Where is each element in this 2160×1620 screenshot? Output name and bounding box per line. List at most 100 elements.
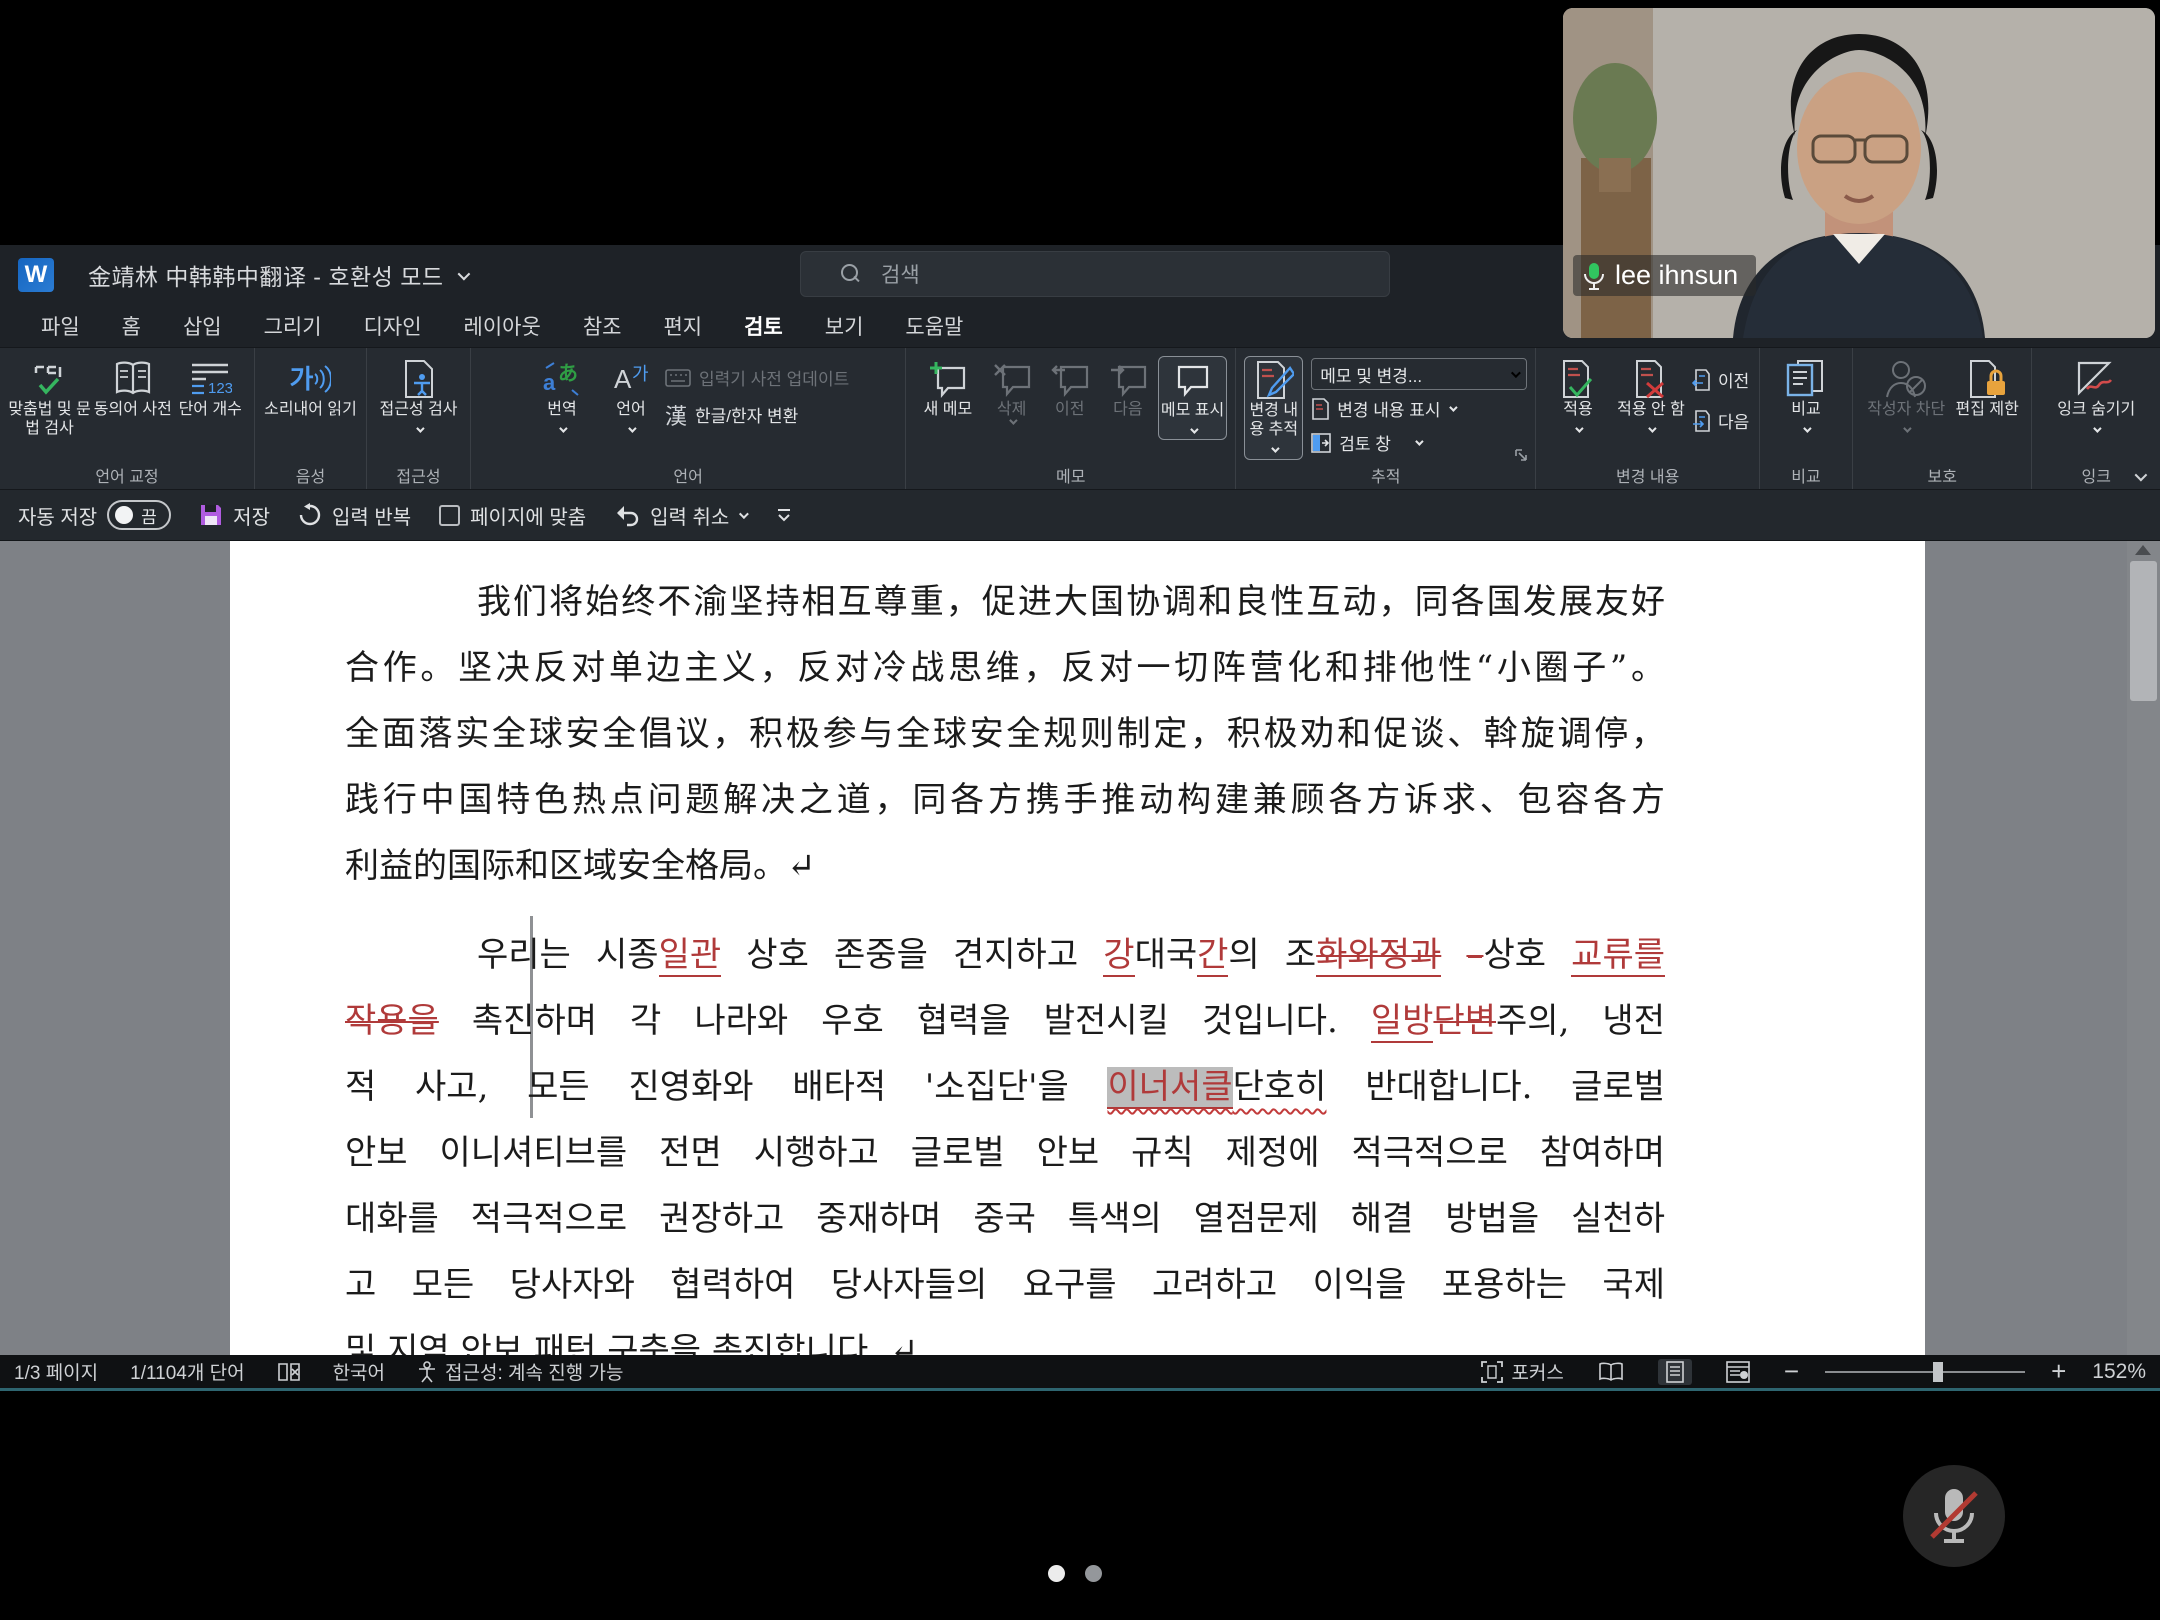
- tracked-change-run: –: [1466, 935, 1483, 975]
- page-indicator[interactable]: 1/3 페이지: [14, 1358, 98, 1385]
- group-label-speech: 음성: [263, 463, 358, 487]
- dialog-launcher-icon[interactable]: [1513, 447, 1529, 463]
- tab-design[interactable]: 디자인: [343, 305, 443, 347]
- vertical-scrollbar[interactable]: [2127, 541, 2160, 1355]
- translate-button[interactable]: aあ 번역: [527, 356, 597, 438]
- tab-home[interactable]: 홈: [101, 305, 162, 347]
- word-count-indicator[interactable]: 1/1104개 단어: [130, 1358, 244, 1385]
- show-markup-button[interactable]: 변경 내용 표시: [1311, 393, 1527, 424]
- zoom-slider-thumb[interactable]: [1933, 1362, 1943, 1382]
- spelling-grammar-button[interactable]: 맞춤법 및 문법 검사: [8, 356, 91, 438]
- save-button[interactable]: 저장: [199, 501, 270, 530]
- document-line: 우리는 시종일관 상호 존중을 견지하고 강대국간의 조화와정과 –상호 교류를: [345, 922, 1665, 988]
- reviewing-pane-icon: [1311, 433, 1331, 453]
- scroll-up-icon[interactable]: [2135, 545, 2151, 555]
- previous-change-button[interactable]: 이전: [1692, 364, 1749, 395]
- block-authors-icon: [1885, 358, 1927, 400]
- document-line: 利益的国际和区域安全格局。↵: [345, 833, 1665, 899]
- autosave-state: 끔: [141, 503, 157, 528]
- word-count-icon: 123: [188, 358, 232, 400]
- group-label-compare: 비교: [1768, 463, 1844, 487]
- tab-view[interactable]: 보기: [804, 305, 885, 347]
- chevron-down-icon: [1575, 424, 1583, 432]
- quick-access-toolbar: 자동 저장 끔 저장 입력 반복 페이지에 맞춤 입력 취소: [0, 490, 2160, 541]
- tab-references[interactable]: 참조: [562, 305, 643, 347]
- chevron-down-icon: [1803, 424, 1811, 432]
- chevron-down-icon: [559, 424, 567, 432]
- accept-button[interactable]: 적용: [1546, 356, 1610, 438]
- hangul-hanja-convert-button[interactable]: 漢 한글/한자 변환: [665, 399, 849, 430]
- scrollbar-thumb[interactable]: [2130, 561, 2157, 701]
- reject-button[interactable]: 적용 안 함: [1612, 356, 1690, 438]
- zoom-out-button[interactable]: −: [1784, 1356, 1799, 1387]
- tab-draw[interactable]: 그리기: [243, 305, 343, 347]
- repeat-button[interactable]: 입력 반복: [298, 501, 411, 530]
- focus-mode-button[interactable]: 포커스: [1481, 1358, 1563, 1385]
- spellcheck-icon: [30, 358, 70, 400]
- document-line: 작용을 촉진하며 각 나라와 우호 협력을 발전시킬 것입니다. 일방단변주의,…: [345, 988, 1665, 1054]
- chevron-down-icon: [1190, 425, 1198, 433]
- quickbar-overflow-button[interactable]: [774, 507, 794, 523]
- language-button[interactable]: A가 언어: [599, 356, 663, 438]
- spelling-grammar-label: 맞춤법 및 문법 검사: [8, 400, 91, 438]
- hide-ink-button[interactable]: 잉크 숨기기: [2053, 356, 2139, 438]
- read-mode-button[interactable]: [1590, 1360, 1632, 1384]
- reviewing-pane-button[interactable]: 검토 창: [1311, 427, 1527, 458]
- group-label-tracking: 추적: [1244, 463, 1527, 487]
- markup-state-dropdown[interactable]: 메모 및 변경...: [1311, 358, 1527, 390]
- show-comments-button[interactable]: 메모 표시: [1158, 356, 1227, 440]
- tab-file[interactable]: 파일: [20, 305, 101, 347]
- carousel-dot-2[interactable]: [1085, 1565, 1102, 1582]
- accessibility-status[interactable]: 접근성: 계속 진행 가능: [417, 1358, 623, 1385]
- word-count-button[interactable]: 123 단어 개수: [174, 356, 246, 419]
- language-indicator[interactable]: 한국어: [333, 1358, 385, 1385]
- fit-to-page-checkbox[interactable]: 페이지에 맞춤: [439, 501, 586, 530]
- autosave-toggle[interactable]: 자동 저장 끔: [18, 500, 171, 530]
- check-accessibility-button[interactable]: 접근성 검사: [375, 356, 462, 438]
- mute-microphone-button[interactable]: [1903, 1465, 2005, 1567]
- compare-button[interactable]: 비교: [1771, 356, 1841, 438]
- track-changes-button[interactable]: 변경 내용 추적: [1244, 356, 1303, 460]
- ribbon-group-tracking: 변경 내용 추적 메모 및 변경... 변경 내용 표시: [1236, 348, 1536, 489]
- svg-text:123: 123: [208, 380, 232, 397]
- paragraph-korean: 우리는 시종일관 상호 존중을 견지하고 강대국간의 조화와정과 –상호 교류를…: [345, 922, 1665, 1355]
- toggle-off-icon: 끔: [107, 500, 171, 530]
- previous-comment-icon: [1051, 358, 1089, 400]
- document-line: 全面落实全球安全倡议，积极参与全球安全规则制定，积极劝和促谈、斡旋调停，: [345, 701, 1665, 767]
- ribbon-group-speech: 가 소리내어 읽기 음성: [255, 348, 367, 489]
- tracked-change-run: 교류를: [1571, 935, 1665, 977]
- proofing-status-icon[interactable]: [277, 1361, 301, 1383]
- document-page[interactable]: 我们将始终不渝坚持相互尊重，促进大国协调和良性互动，同各国发展友好合作。坚决反对…: [230, 541, 1925, 1355]
- tab-mailings[interactable]: 편지: [642, 305, 723, 347]
- tab-insert[interactable]: 삽입: [162, 305, 243, 347]
- zoom-slider[interactable]: [1825, 1371, 2025, 1373]
- chevron-down-icon: [628, 424, 636, 432]
- chevron-down-icon: [1903, 424, 1911, 432]
- tab-review[interactable]: 검토: [723, 305, 804, 347]
- svg-text:a: a: [543, 370, 556, 395]
- undo-button[interactable]: 입력 취소: [614, 501, 746, 530]
- web-layout-button[interactable]: [1718, 1359, 1758, 1385]
- carousel-dot-1[interactable]: [1048, 1565, 1065, 1582]
- chevron-down-icon: [1449, 403, 1457, 411]
- thesaurus-button[interactable]: 동의어 사전: [93, 356, 172, 419]
- restrict-editing-button[interactable]: 편집 제한: [1952, 356, 2022, 419]
- block-authors-button: 작성자 차단: [1862, 356, 1950, 438]
- focus-mode-label: 포커스: [1511, 1358, 1563, 1385]
- text-run: 및 지역 안보 패턴 구축을 촉진합니다. ↵: [345, 1331, 918, 1355]
- ribbon-group-changes: 적용 적용 안 함 이전: [1536, 348, 1760, 489]
- next-change-button[interactable]: 다음: [1692, 405, 1749, 436]
- search-box[interactable]: 검색: [800, 251, 1390, 297]
- text-run: 상호 존중을 견지하고: [721, 935, 1103, 975]
- tab-layout[interactable]: 레이아웃: [443, 305, 562, 347]
- delete-comment-icon: [993, 358, 1031, 400]
- zoom-level[interactable]: 152%: [2092, 1360, 2146, 1384]
- print-layout-button[interactable]: [1658, 1359, 1692, 1385]
- new-comment-label: 새 메모: [924, 400, 973, 419]
- read-aloud-button[interactable]: 가 소리내어 읽기: [263, 356, 358, 419]
- chevron-down-icon[interactable]: [457, 267, 470, 280]
- new-comment-button[interactable]: 새 메모: [914, 356, 981, 419]
- language-icon: A가: [612, 358, 650, 400]
- zoom-in-button[interactable]: +: [2051, 1356, 2066, 1387]
- tab-help[interactable]: 도움말: [884, 305, 984, 347]
